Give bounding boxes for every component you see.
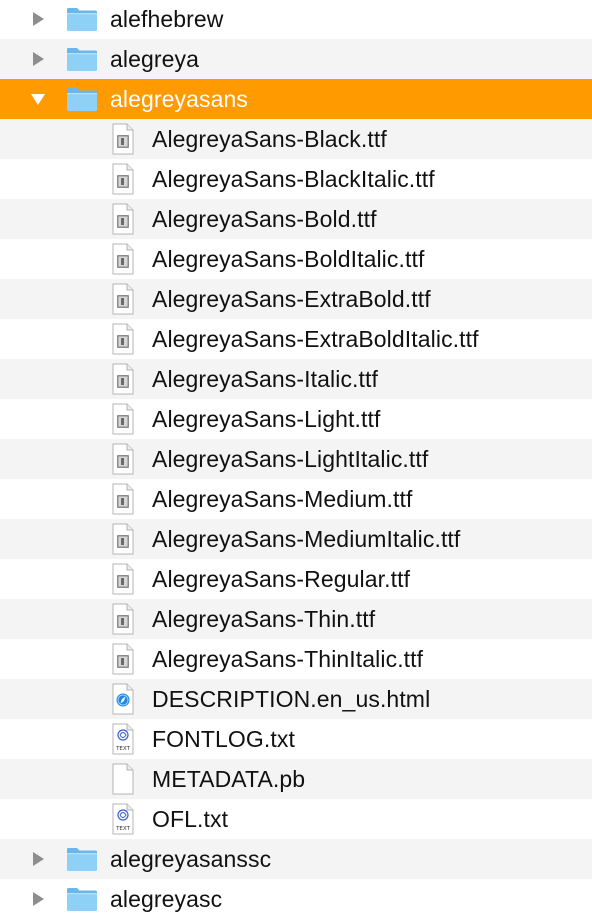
file-name: AlegreyaSans-MediumItalic.ttf bbox=[152, 525, 461, 552]
file-row[interactable]: AlegreyaSans-ExtraBoldItalic.ttf bbox=[0, 319, 592, 359]
folder-icon bbox=[67, 848, 97, 871]
file-name: AlegreyaSans-BoldItalic.ttf bbox=[152, 245, 425, 272]
file-name: AlegreyaSans-LightItalic.ttf bbox=[152, 445, 429, 472]
font-file-icon bbox=[112, 203, 134, 235]
file-name: AlegreyaSans-Black.ttf bbox=[152, 125, 387, 152]
file-row[interactable]: METADATA.pb bbox=[0, 759, 592, 799]
font-file-icon bbox=[112, 323, 134, 355]
file-name: AlegreyaSans-Thin.ttf bbox=[152, 605, 376, 632]
folder-name: alegreyasanssc bbox=[110, 845, 272, 872]
file-name: METADATA.pb bbox=[152, 765, 306, 792]
folder-row[interactable]: alegreya bbox=[0, 39, 592, 79]
folder-icon bbox=[67, 48, 97, 71]
folder-row[interactable]: alefhebrew bbox=[0, 0, 592, 39]
file-row[interactable]: AlegreyaSans-Light.ttf bbox=[0, 399, 592, 439]
folder-icon bbox=[67, 888, 97, 911]
file-row[interactable]: AlegreyaSans-MediumItalic.ttf bbox=[0, 519, 592, 559]
font-file-icon bbox=[112, 483, 134, 515]
file-icon-label: TEXT bbox=[115, 746, 131, 752]
file-name: AlegreyaSans-Bold.ttf bbox=[152, 205, 377, 232]
file-row[interactable]: AlegreyaSans-Medium.ttf bbox=[0, 479, 592, 519]
file-icon-label: TEXT bbox=[115, 826, 131, 832]
font-file-icon bbox=[112, 603, 134, 635]
file-name: AlegreyaSans-Regular.ttf bbox=[152, 565, 411, 592]
font-file-icon bbox=[112, 523, 134, 555]
folder-row[interactable]: alegreyasc bbox=[0, 879, 592, 919]
file-name: AlegreyaSans-ThinItalic.ttf bbox=[152, 645, 424, 672]
text-file-icon: TEXT bbox=[112, 723, 134, 755]
file-row[interactable]: AlegreyaSans-LightItalic.ttf bbox=[0, 439, 592, 479]
file-row[interactable]: TEXT FONTLOG.txt bbox=[0, 719, 592, 759]
font-file-icon bbox=[112, 243, 134, 275]
file-row[interactable]: AlegreyaSans-ThinItalic.ttf bbox=[0, 639, 592, 679]
file-row[interactable]: DESCRIPTION.en_us.html bbox=[0, 679, 592, 719]
font-file-icon bbox=[112, 163, 134, 195]
file-row[interactable]: AlegreyaSans-Italic.ttf bbox=[0, 359, 592, 399]
font-file-icon bbox=[112, 443, 134, 475]
file-name: DESCRIPTION.en_us.html bbox=[152, 685, 431, 712]
font-file-icon bbox=[112, 563, 134, 595]
file-name: AlegreyaSans-Light.ttf bbox=[152, 405, 381, 432]
folder-row[interactable]: alegreyasans bbox=[0, 79, 592, 119]
file-row[interactable]: AlegreyaSans-Thin.ttf bbox=[0, 599, 592, 639]
font-file-icon bbox=[112, 283, 134, 315]
blank-file-icon bbox=[112, 763, 134, 795]
disclosure-triangle-collapsed-icon[interactable] bbox=[30, 891, 46, 907]
file-name: FONTLOG.txt bbox=[152, 725, 295, 752]
disclosure-triangle-expanded-icon[interactable] bbox=[30, 91, 46, 107]
disclosure-triangle-collapsed-icon[interactable] bbox=[30, 51, 46, 67]
font-file-icon bbox=[112, 403, 134, 435]
file-name: AlegreyaSans-Medium.ttf bbox=[152, 485, 413, 512]
file-name: AlegreyaSans-BlackItalic.ttf bbox=[152, 165, 435, 192]
file-name: OFL.txt bbox=[152, 805, 229, 832]
file-row[interactable]: TEXT OFL.txt bbox=[0, 799, 592, 839]
file-row[interactable]: AlegreyaSans-Regular.ttf bbox=[0, 559, 592, 599]
font-file-icon bbox=[112, 643, 134, 675]
folder-name: alegreyasc bbox=[110, 885, 223, 912]
folder-icon bbox=[67, 8, 97, 31]
file-row[interactable]: AlegreyaSans-BoldItalic.ttf bbox=[0, 239, 592, 279]
file-name: AlegreyaSans-ExtraBold.ttf bbox=[152, 285, 431, 312]
file-row[interactable]: AlegreyaSans-BlackItalic.ttf bbox=[0, 159, 592, 199]
folder-name: alefhebrew bbox=[110, 5, 224, 32]
file-name: AlegreyaSans-Italic.ttf bbox=[152, 365, 379, 392]
font-file-icon bbox=[112, 363, 134, 395]
disclosure-triangle-collapsed-icon[interactable] bbox=[30, 851, 46, 867]
file-row[interactable]: AlegreyaSans-Black.ttf bbox=[0, 119, 592, 159]
folder-icon bbox=[67, 88, 97, 111]
file-row[interactable]: AlegreyaSans-ExtraBold.ttf bbox=[0, 279, 592, 319]
file-row[interactable]: AlegreyaSans-Bold.ttf bbox=[0, 199, 592, 239]
folder-name: alegreya bbox=[110, 45, 200, 72]
html-file-icon bbox=[112, 683, 134, 715]
disclosure-triangle-collapsed-icon[interactable] bbox=[30, 11, 46, 27]
folder-row[interactable]: alegreyasanssc bbox=[0, 839, 592, 879]
folder-name: alegreyasans bbox=[110, 85, 249, 112]
file-list: alefhebrew alegreya alegreyasans AlegreyaSa… bbox=[0, 0, 592, 924]
file-name: AlegreyaSans-ExtraBoldItalic.ttf bbox=[152, 325, 479, 352]
font-file-icon bbox=[112, 123, 134, 155]
text-file-icon: TEXT bbox=[112, 803, 134, 835]
